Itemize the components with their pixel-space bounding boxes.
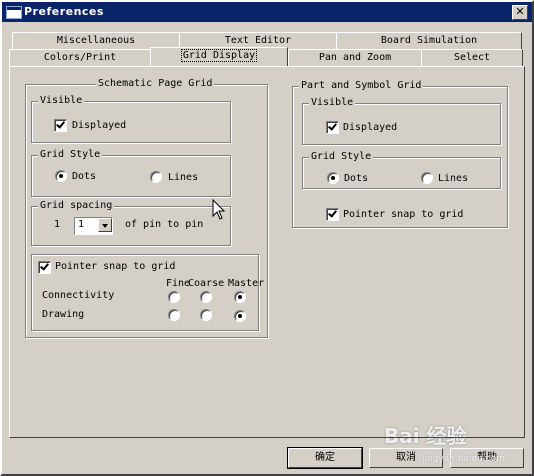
column-master-label: Master bbox=[228, 278, 265, 289]
schematic-group-title: Schematic Page Grid bbox=[96, 78, 215, 89]
column-coarse-label: Coarse bbox=[188, 278, 225, 289]
schematic-lines-label: Lines bbox=[168, 172, 199, 183]
title-bar: Preferences ✕ bbox=[2, 2, 532, 22]
part-symbol-group-title: Part and Symbol Grid bbox=[299, 80, 424, 91]
part-visible-group: Visible Displayed bbox=[302, 97, 501, 145]
part-displayed-checkbox[interactable] bbox=[326, 121, 339, 134]
part-pointer-snap-checkbox[interactable] bbox=[326, 208, 339, 221]
tab-label: Grid Display bbox=[180, 49, 258, 62]
column-fine-label: Fine bbox=[166, 278, 191, 289]
chevron-down-icon[interactable] bbox=[98, 218, 112, 232]
tab-board-simulation[interactable]: Board Simulation bbox=[336, 32, 522, 49]
schematic-dots-label: Dots bbox=[72, 171, 97, 182]
connectivity-coarse-radio[interactable] bbox=[200, 291, 212, 303]
tab-label: Board Simulation bbox=[380, 35, 478, 46]
drawing-master-radio[interactable] bbox=[234, 310, 246, 322]
tab-label: Pan and Zoom bbox=[318, 52, 392, 63]
window-title: Preferences bbox=[24, 5, 104, 18]
part-dots-label: Dots bbox=[344, 173, 369, 184]
close-button[interactable]: ✕ bbox=[512, 5, 528, 20]
drawing-coarse-radio[interactable] bbox=[200, 309, 212, 321]
part-symbol-grid-group: Part and Symbol Grid Visible Displayed G… bbox=[292, 80, 508, 228]
part-grid-style-title: Grid Style bbox=[309, 151, 374, 162]
part-dots-radio[interactable] bbox=[327, 172, 339, 184]
pointer-snap-group: Pointer snap to grid Fine Coarse Master … bbox=[31, 254, 264, 331]
schematic-pointer-snap-checkbox[interactable] bbox=[38, 261, 51, 274]
tab-grid-display[interactable]: Grid Display bbox=[150, 47, 288, 66]
watermark-url: jingyan.baidu.com bbox=[422, 454, 506, 464]
drawing-label: Drawing bbox=[42, 309, 85, 320]
grid-style-title: Grid Style bbox=[38, 149, 103, 160]
grid-spacing-suffix: of pin to pin bbox=[125, 219, 204, 230]
drawing-fine-radio[interactable] bbox=[168, 309, 180, 321]
window-icon bbox=[6, 6, 22, 19]
tab-pan-and-zoom[interactable]: Pan and Zoom bbox=[288, 49, 422, 66]
mouse-pointer-icon bbox=[212, 199, 226, 220]
part-lines-radio[interactable] bbox=[421, 172, 433, 184]
grid-spacing-title: Grid spacing bbox=[38, 200, 115, 211]
part-displayed-label: Displayed bbox=[343, 122, 398, 133]
schematic-displayed-checkbox[interactable] bbox=[54, 119, 67, 132]
tab-colors-print[interactable]: Colors/Print bbox=[9, 49, 151, 66]
tab-label: Text Editor bbox=[224, 35, 292, 46]
grid-spacing-prefix: 1 bbox=[54, 219, 61, 230]
schematic-grid-style-group: Grid Style Dots Lines bbox=[31, 149, 231, 197]
tab-select[interactable]: Select bbox=[421, 49, 523, 66]
grid-spacing-group: Grid spacing 1 1 of pin to pin bbox=[31, 200, 231, 246]
visible-title: Visible bbox=[38, 95, 85, 106]
schematic-pointer-snap-label: Pointer snap to grid bbox=[55, 261, 176, 272]
part-visible-title: Visible bbox=[309, 97, 356, 108]
grid-spacing-value: 1 bbox=[78, 219, 85, 230]
schematic-displayed-label: Displayed bbox=[72, 120, 127, 131]
connectivity-master-radio[interactable] bbox=[234, 291, 246, 303]
part-grid-style-group: Grid Style Dots Lines bbox=[302, 151, 501, 189]
tab-label: Miscellaneous bbox=[56, 35, 136, 46]
connectivity-fine-radio[interactable] bbox=[168, 291, 180, 303]
part-lines-label: Lines bbox=[438, 173, 469, 184]
ok-button[interactable]: 确定 bbox=[287, 447, 363, 469]
tab-label: Select bbox=[453, 52, 491, 63]
schematic-dots-radio[interactable] bbox=[55, 170, 67, 182]
grid-spacing-select[interactable]: 1 bbox=[74, 217, 113, 235]
connectivity-label: Connectivity bbox=[42, 290, 115, 301]
schematic-visible-group: Visible Displayed bbox=[31, 95, 231, 143]
schematic-lines-radio[interactable] bbox=[150, 171, 162, 183]
preferences-window: Preferences ✕ Miscellaneous Text Editor … bbox=[0, 0, 534, 476]
part-pointer-snap-label: Pointer snap to grid bbox=[343, 209, 464, 220]
schematic-page-grid-group: Schematic Page Grid Visible Displayed Gr… bbox=[25, 78, 268, 338]
tab-label: Colors/Print bbox=[43, 52, 117, 63]
